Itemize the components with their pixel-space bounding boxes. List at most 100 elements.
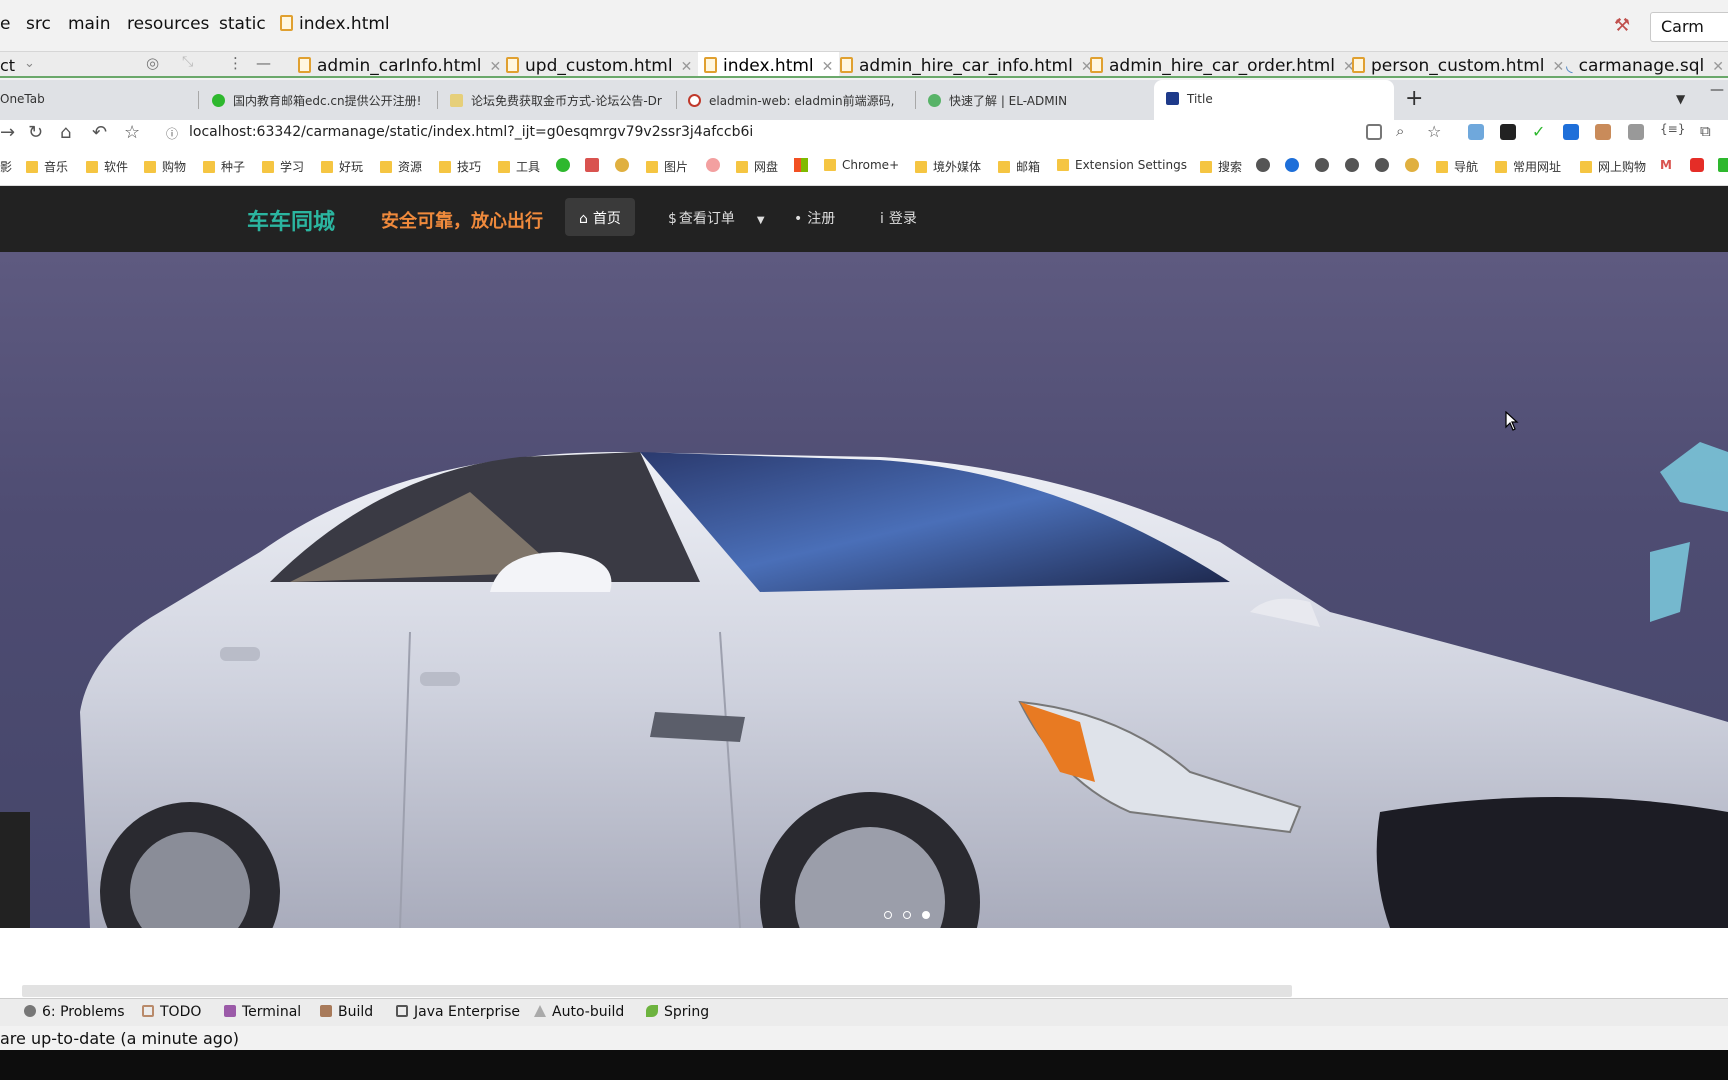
close-icon[interactable]: ✕ — [822, 59, 834, 75]
editor-tab-active[interactable]: index.html ✕ — [698, 52, 840, 76]
browser-tab[interactable]: 快速了解 | EL-ADMIN — [928, 80, 1138, 120]
youtube-icon[interactable] — [1690, 158, 1704, 172]
tool-todo[interactable]: TODO — [142, 1004, 201, 1020]
close-icon[interactable]: ✕ — [1712, 59, 1724, 75]
bookmark-folder[interactable]: 搜索 — [1200, 158, 1242, 175]
globe-icon[interactable] — [1375, 158, 1389, 172]
wechat-icon[interactable] — [556, 158, 570, 172]
hammer-icon[interactable]: ⚒ — [1614, 15, 1634, 36]
bookmark-folder[interactable]: 购物 — [144, 158, 186, 175]
tool-java-enterprise[interactable]: Java Enterprise — [396, 1004, 520, 1020]
bookmark-folder[interactable]: 资源 — [380, 158, 422, 175]
collapse-icon[interactable]: ⤡ — [182, 54, 193, 70]
forward-icon[interactable]: → — [0, 122, 15, 143]
extension-icon[interactable] — [1563, 124, 1579, 140]
breadcrumb-item[interactable]: resources — [127, 14, 209, 34]
bookmark-folder[interactable]: 网上购物 — [1580, 158, 1646, 175]
editor-tab[interactable]: admin_hire_car_info.html ✕ — [840, 56, 1093, 76]
zoom-icon[interactable]: ⌕ — [1396, 122, 1404, 140]
breadcrumb-item[interactable]: main — [68, 14, 110, 34]
bookmark-folder[interactable]: 邮箱 — [998, 158, 1040, 175]
bookmark-folder[interactable]: 种子 — [203, 158, 245, 175]
gear-icon[interactable] — [1285, 158, 1299, 172]
breadcrumb-item[interactable]: src — [26, 14, 51, 34]
tab-search-icon[interactable]: ▼ — [1676, 92, 1685, 106]
carousel-dot[interactable] — [903, 911, 912, 919]
home-icon[interactable]: ⌂ — [60, 122, 71, 143]
extension-icon[interactable] — [1468, 124, 1484, 140]
bookmark-folder[interactable]: Extension Settings — [1057, 158, 1187, 172]
globe-icon[interactable] — [1256, 158, 1270, 172]
extension-icon[interactable] — [1718, 158, 1728, 172]
bookmark-folder[interactable]: 软件 — [86, 158, 128, 175]
more-icon[interactable]: ⋮ — [228, 54, 243, 72]
close-icon[interactable]: ✕ — [681, 59, 693, 75]
bookmark-folder[interactable]: 图片 — [646, 158, 688, 175]
chevron-down-icon[interactable]: ⌄ — [24, 56, 35, 71]
url-field[interactable]: localhost:63342/carmanage/static/index.h… — [189, 124, 753, 140]
bookmark-folder[interactable]: 技巧 — [439, 158, 481, 175]
tool-auto-build[interactable]: Auto-build — [534, 1004, 624, 1020]
bookmark-folder[interactable]: 好玩 — [321, 158, 363, 175]
bookmark-folder[interactable]: 学习 — [262, 158, 304, 175]
breadcrumb-item[interactable]: static — [219, 14, 266, 34]
tool-spring[interactable]: Spring — [646, 1004, 709, 1020]
extension-icon[interactable] — [1405, 158, 1419, 172]
breadcrumb-item[interactable]: e — [0, 14, 10, 34]
calendar-icon[interactable] — [585, 158, 599, 172]
bookmark-folder[interactable]: 音乐 — [26, 158, 68, 175]
gmail-icon[interactable]: M — [1660, 158, 1672, 172]
nav-home[interactable]: ⌂ 首页 — [565, 198, 635, 236]
horizontal-scrollbar[interactable] — [22, 985, 1292, 997]
undo-icon[interactable]: ↶ — [92, 122, 107, 143]
bookmark-item[interactable]: 影 — [0, 158, 12, 175]
editor-tab[interactable]: admin_carInfo.html ✕ — [298, 56, 501, 76]
bookmark-folder[interactable]: 工具 — [498, 158, 540, 175]
tool-problems[interactable]: 6: Problems — [24, 1004, 125, 1020]
carousel-dot-active[interactable] — [922, 911, 931, 919]
globe-icon[interactable] — [1345, 158, 1359, 172]
new-tab-icon[interactable]: + — [1405, 86, 1423, 111]
editor-tab[interactable]: upd_custom.html ✕ — [506, 56, 692, 76]
browser-tab-active[interactable]: Title — [1154, 80, 1394, 120]
window-minimize-icon[interactable]: — — [1710, 82, 1724, 98]
browser-tab[interactable]: 论坛免费获取金币方式-论坛公告-Dr — [450, 80, 670, 120]
editor-tab[interactable]: admin_hire_car_order.html ✕ — [1090, 56, 1355, 76]
bookmark-folder[interactable]: 境外媒体 — [915, 158, 981, 175]
crop-icon[interactable]: ⧉ — [1700, 122, 1711, 140]
run-config-selector[interactable]: Carm — [1650, 12, 1728, 42]
nav-orders-dropdown[interactable]: $ 查看订单 ▼ — [654, 198, 779, 236]
hero-carousel[interactable] — [0, 252, 1728, 928]
editor-tab[interactable]: ◟ carmanage.sql ✕ — [1566, 56, 1724, 76]
carousel-dot[interactable] — [884, 911, 892, 919]
site-brand[interactable]: 车车同城 — [247, 204, 335, 236]
editor-tab[interactable]: person_custom.html ✕ — [1352, 56, 1564, 76]
microsoft-icon[interactable] — [794, 158, 808, 172]
bookmark-folder[interactable]: 常用网址 — [1495, 158, 1561, 175]
browser-tab[interactable]: 国内教育邮箱edc.cn提供公开注册! — [212, 80, 432, 120]
extension-icon[interactable] — [1595, 124, 1611, 140]
extension-icon[interactable] — [1628, 124, 1644, 140]
qr-code-icon[interactable] — [1366, 124, 1382, 140]
site-info-icon[interactable]: ⓘ — [166, 125, 178, 142]
extension-icon[interactable]: {≡} — [1660, 122, 1685, 136]
close-icon[interactable]: ✕ — [490, 59, 502, 75]
owl-icon[interactable] — [706, 158, 720, 172]
tool-build[interactable]: Build — [320, 1004, 373, 1020]
check-icon[interactable]: ✓ — [1532, 122, 1545, 141]
nav-register[interactable]: • 注册 — [780, 198, 849, 236]
reload-icon[interactable]: ↻ — [28, 122, 43, 143]
globe-icon[interactable] — [1315, 158, 1329, 172]
bookmark-folder[interactable]: 导航 — [1436, 158, 1478, 175]
bookmark-folder[interactable]: 网盘 — [736, 158, 778, 175]
target-icon[interactable]: ◎ — [146, 54, 159, 72]
bookmark-folder[interactable]: Chrome+ — [824, 158, 899, 172]
extension-icon[interactable] — [615, 158, 629, 172]
star-icon[interactable]: ☆ — [1427, 122, 1441, 141]
close-icon[interactable]: ✕ — [1553, 59, 1565, 75]
breadcrumb-file[interactable]: index.html — [280, 14, 390, 34]
browser-tab[interactable]: OneTab — [0, 80, 190, 120]
nav-login[interactable]: i 登录 — [866, 198, 931, 236]
browser-tab[interactable]: eladmin-web: eladmin前端源码, — [688, 80, 908, 120]
minimize-icon[interactable]: — — [256, 54, 271, 72]
